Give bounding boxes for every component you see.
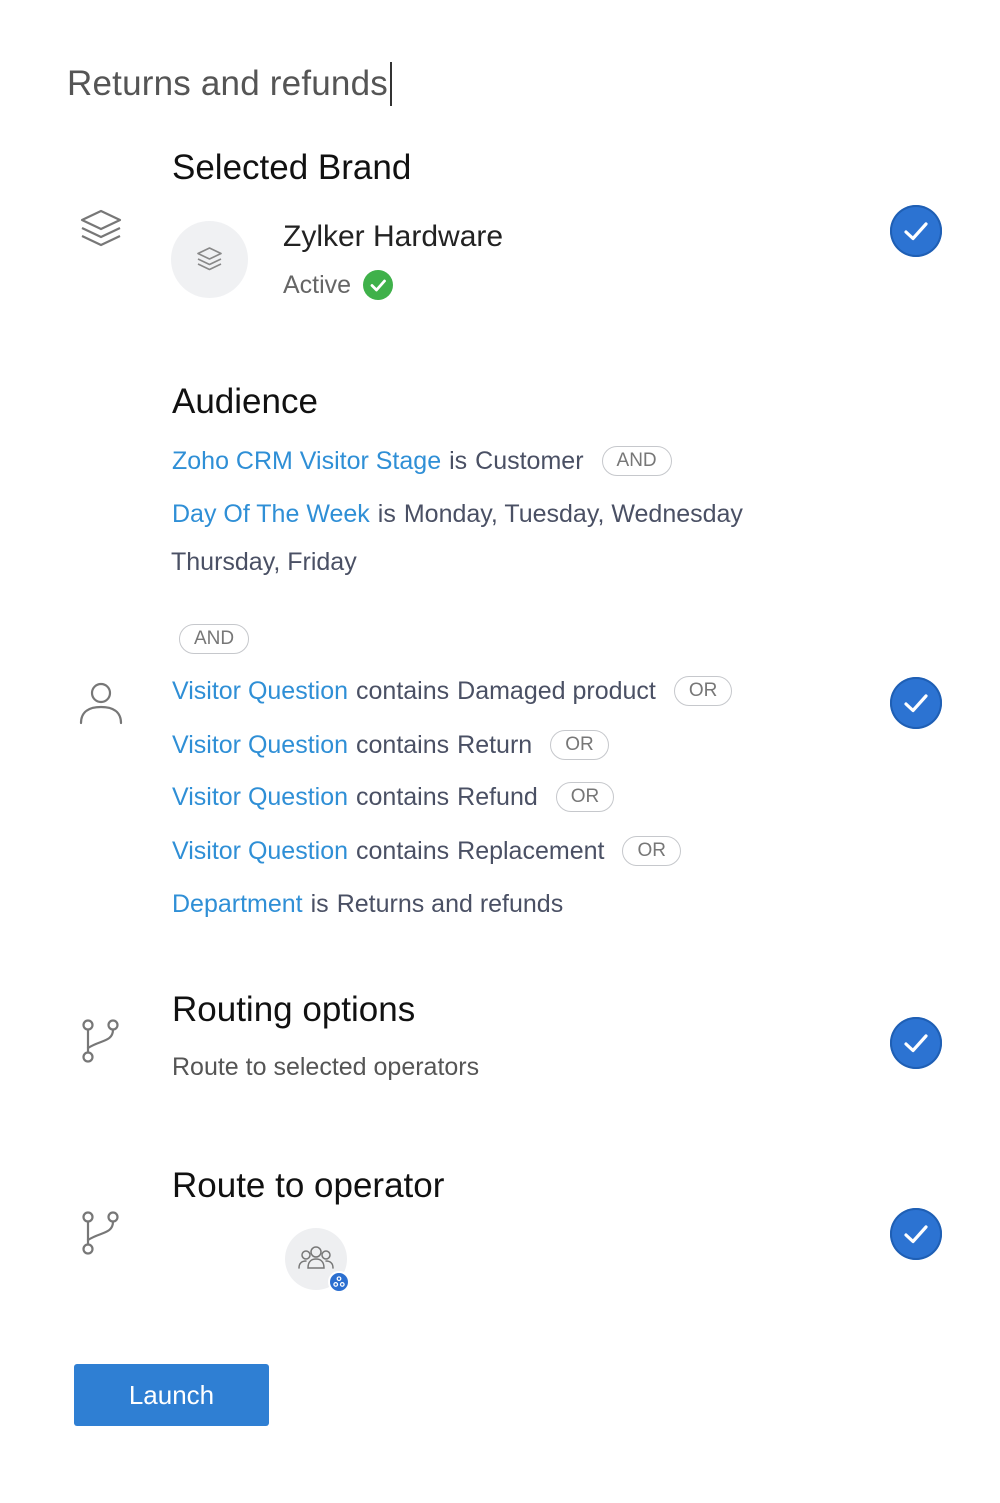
brand-status-label: Active	[283, 270, 352, 299]
condition-operator: is	[377, 500, 396, 528]
text-caret	[389, 62, 392, 106]
group-and-pill: AND	[179, 624, 250, 654]
audience-condition: Visitor Question contains Damaged produc…	[172, 676, 733, 706]
share-icon	[328, 1271, 350, 1293]
user-icon	[78, 680, 124, 726]
condition-value: Monday, Tuesday, Wednesday	[403, 500, 743, 528]
condition-value: Return	[457, 730, 533, 759]
brand-name: Zylker Hardware	[283, 220, 504, 253]
condition-operator: contains	[356, 730, 450, 759]
branch-icon	[78, 1210, 124, 1256]
audience-condition: Day Of The Week is Monday, Tuesday, Wedn…	[172, 500, 743, 529]
audience-condition: Zoho CRM Visitor Stage is Customer AND	[172, 446, 672, 476]
brand-status: Active	[283, 270, 394, 300]
condition-field: Day Of The Week	[172, 500, 370, 528]
condition-value: Returns and refunds	[336, 890, 564, 918]
condition-field: Visitor Question	[172, 782, 349, 811]
branch-icon	[78, 1018, 124, 1064]
or-pill: OR	[673, 676, 733, 706]
active-check-icon	[363, 270, 394, 300]
audience-heading: Audience	[172, 382, 318, 421]
page-title[interactable]: Returns and refunds	[67, 64, 388, 104]
or-pill: OR	[550, 730, 609, 760]
operator-complete-check-icon	[890, 1208, 942, 1260]
launch-button[interactable]: Launch	[74, 1364, 269, 1426]
audience-condition: Visitor Question contains Replacement OR	[172, 836, 681, 866]
audience-condition: Department is Returns and refunds	[172, 890, 563, 919]
selected-brand-heading: Selected Brand	[172, 148, 412, 187]
condition-operator: contains	[356, 676, 450, 705]
brand-complete-check-icon	[890, 205, 942, 257]
condition-field: Visitor Question	[172, 836, 349, 865]
page-title-field[interactable]: Returns and refunds	[67, 60, 392, 108]
condition-field: Visitor Question	[172, 730, 349, 759]
audience-condition: Visitor Question contains Refund OR	[172, 782, 615, 812]
condition-value-continued: Thursday, Friday	[171, 548, 357, 576]
routing-description: Route to selected operators	[172, 1053, 480, 1081]
or-pill: OR	[555, 782, 615, 812]
routing-options-heading: Routing options	[172, 990, 416, 1029]
condition-operator: is	[310, 890, 329, 918]
and-pill: AND	[601, 446, 672, 476]
audience-complete-check-icon	[890, 677, 942, 729]
audience-condition: Visitor Question contains Return OR	[172, 730, 609, 760]
condition-operator: contains	[356, 836, 450, 865]
condition-field: Zoho CRM Visitor Stage	[172, 446, 442, 475]
condition-value: Damaged product	[457, 676, 656, 705]
condition-operator: contains	[356, 782, 450, 811]
layers-icon	[78, 207, 124, 253]
routing-complete-check-icon	[890, 1017, 942, 1069]
condition-field: Visitor Question	[172, 676, 349, 705]
condition-operator: is	[449, 446, 468, 475]
brand-avatar	[171, 221, 248, 298]
condition-value: Customer	[475, 446, 584, 475]
condition-value: Replacement	[457, 836, 605, 865]
or-pill: OR	[622, 836, 681, 866]
condition-field: Department	[172, 890, 303, 918]
route-to-operator-heading: Route to operator	[172, 1166, 445, 1205]
condition-value: Refund	[457, 782, 538, 811]
